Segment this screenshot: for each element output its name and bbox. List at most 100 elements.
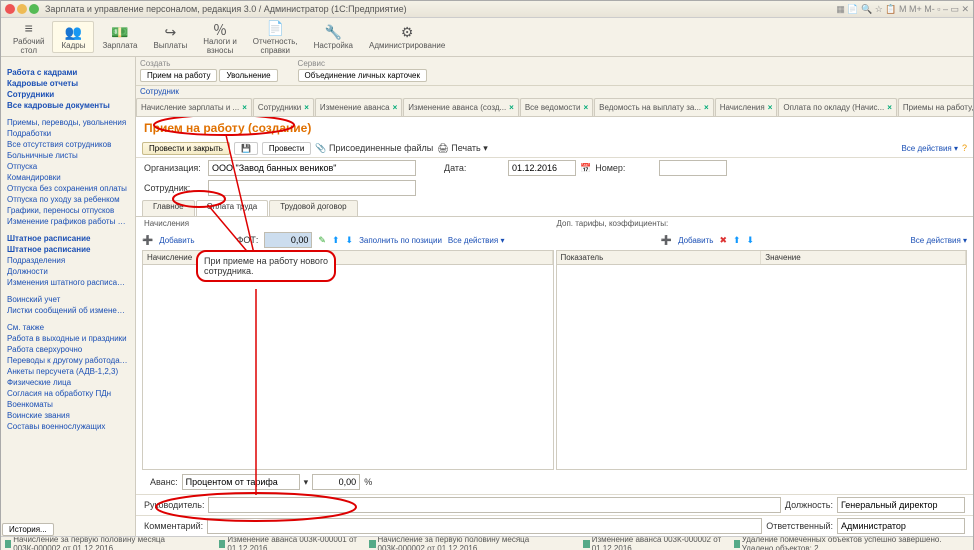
sidebar-item[interactable]: Отпуска <box>3 161 133 172</box>
advance-type-field[interactable] <box>182 474 300 490</box>
sidebar-item[interactable]: Штатное расписание <box>3 244 133 255</box>
up-icon2[interactable]: ⬆ <box>733 235 741 246</box>
coefs-grid[interactable]: Показатель Значение <box>556 250 968 470</box>
close-tab-icon[interactable]: × <box>704 103 709 112</box>
calendar-icon[interactable]: 📅 <box>580 163 591 174</box>
post-close-btn[interactable]: Провести и закрыть <box>142 142 230 155</box>
doc-tab[interactable]: Начисление зарплаты и ...× <box>136 98 252 116</box>
toolbar-1[interactable]: 👥Кадры <box>52 21 94 53</box>
responsible-field[interactable] <box>837 518 965 534</box>
tab-payment[interactable]: Оплата труда <box>196 200 269 216</box>
toolbar-4[interactable]: ％Налоги и взносы <box>195 18 245 57</box>
date-field[interactable] <box>508 160 576 176</box>
sidebar-item[interactable]: Физические лица <box>3 377 133 388</box>
doc-tab[interactable]: Ведомость на выплату за...× <box>594 98 714 116</box>
service-merge-btn[interactable]: Объединение личных карточек <box>298 69 427 82</box>
up-icon[interactable]: ⬆ <box>332 235 340 246</box>
sidebar-item[interactable]: Подработки <box>3 128 133 139</box>
charges-grid[interactable]: Начисление <box>142 250 554 470</box>
doc-tab[interactable]: Изменение аванса (созд...× <box>403 98 519 116</box>
toolbar-2[interactable]: 💵Зарплата <box>94 22 145 52</box>
org-field[interactable] <box>208 160 416 176</box>
left-all-actions[interactable]: Все действия ▾ <box>448 236 505 245</box>
down-icon[interactable]: ⬇ <box>346 235 354 246</box>
close-tab-icon[interactable]: × <box>304 103 309 112</box>
dropdown-icon[interactable]: ▾ <box>304 477 309 488</box>
sidebar-item[interactable]: Все отсутствия сотрудников <box>3 139 133 150</box>
sidebar-item[interactable]: Графики, переносы отпусков <box>3 205 133 216</box>
max-window-btn[interactable] <box>29 4 39 14</box>
close-tab-icon[interactable]: × <box>887 103 892 112</box>
sidebar-item[interactable]: Отпуска без сохранения оплаты <box>3 183 133 194</box>
sidebar-item[interactable]: Сотрудники <box>3 89 133 100</box>
history-btn[interactable]: История... <box>2 523 54 536</box>
sidebar-item[interactable]: Штатное расписание <box>3 233 133 244</box>
tab-contract[interactable]: Трудовой договор <box>269 200 357 216</box>
create-hire-btn[interactable]: Прием на работу <box>140 69 217 82</box>
sidebar-item[interactable]: Изменения штатного расписания <box>3 277 133 288</box>
sidebar-item[interactable]: Работа в выходные и праздники <box>3 333 133 344</box>
sidebar-item[interactable]: Листки сообщений об изменениях <box>3 305 133 316</box>
create-fire-btn[interactable]: Увольнение <box>219 69 277 82</box>
sidebar-item[interactable]: См. также <box>3 322 133 333</box>
toolbar-0[interactable]: ≡Рабочий стол <box>5 18 52 57</box>
min-window-btn[interactable] <box>17 4 27 14</box>
sidebar-item[interactable]: Должности <box>3 266 133 277</box>
toolbar-7[interactable]: ⚙Администрирование <box>361 22 453 52</box>
close-tab-icon[interactable]: × <box>768 103 773 112</box>
sidebar-item[interactable]: Кадровые отчеты <box>3 78 133 89</box>
print-menu[interactable]: 🖨 Печать ▾ <box>437 143 487 154</box>
save-btn[interactable]: 💾 <box>234 142 258 155</box>
sidebar-item[interactable]: Больничные листы <box>3 150 133 161</box>
files-link[interactable]: 📎 Присоединенные файлы <box>315 143 433 154</box>
sidebar-item[interactable]: Воинские звания <box>3 410 133 421</box>
toolbar-6[interactable]: 🔧Настройка <box>306 22 361 52</box>
create-employee-link[interactable]: Сотрудник <box>140 87 179 96</box>
fot-field[interactable] <box>264 232 312 248</box>
sidebar-item[interactable]: Работа сверхурочно <box>3 344 133 355</box>
doc-tab[interactable]: Все ведомости× <box>520 98 593 116</box>
sidebar-item[interactable]: Все кадровые документы <box>3 100 133 111</box>
doc-tab[interactable]: Оплата по окладу (Начис...× <box>778 98 896 116</box>
fill-by-position-link[interactable]: Заполнить по позиции <box>359 236 442 245</box>
post-btn[interactable]: Провести <box>262 142 311 155</box>
toolbar-5[interactable]: 📄Отчетность, справки <box>245 18 306 57</box>
help-icon[interactable]: ? <box>962 143 967 153</box>
down-icon2[interactable]: ⬇ <box>747 235 755 246</box>
close-window-btn[interactable] <box>5 4 15 14</box>
right-all-actions[interactable]: Все действия ▾ <box>910 236 967 245</box>
position-field[interactable] <box>837 497 965 513</box>
del-icon[interactable]: ✖ <box>719 235 727 246</box>
manager-field[interactable] <box>208 497 780 513</box>
sidebar-item[interactable]: Воинский учет <box>3 294 133 305</box>
edit-icon[interactable]: ✎ <box>318 235 326 246</box>
all-actions-menu[interactable]: Все действия ▾ <box>901 144 958 153</box>
number-field[interactable] <box>659 160 727 176</box>
close-tab-icon[interactable]: × <box>393 103 398 112</box>
sidebar-item[interactable]: Изменение графиков работы списком <box>3 216 133 227</box>
sidebar-item[interactable]: Командировки <box>3 172 133 183</box>
close-tab-icon[interactable]: × <box>242 103 247 112</box>
sidebar-item[interactable]: Согласия на обработку ПДн <box>3 388 133 399</box>
sidebar-item[interactable]: Составы военнослужащих <box>3 421 133 432</box>
sidebar-item[interactable]: Приемы, переводы, увольнения <box>3 117 133 128</box>
comment-field[interactable] <box>207 518 762 534</box>
sidebar-item[interactable]: Переводы к другому работодателю <box>3 355 133 366</box>
add-coef-link[interactable]: Добавить <box>678 236 713 245</box>
doc-tab[interactable]: Приемы на работу, пере...× <box>898 98 973 116</box>
toolbar-3[interactable]: ↪Выплаты <box>146 22 196 52</box>
doc-tab[interactable]: Изменение аванса× <box>315 98 402 116</box>
close-tab-icon[interactable]: × <box>583 103 588 112</box>
sidebar-item[interactable]: Отпуска по уходу за ребенком <box>3 194 133 205</box>
sidebar-item[interactable]: Военкоматы <box>3 399 133 410</box>
tab-main[interactable]: Главное <box>142 200 195 216</box>
doc-tab[interactable]: Начисления× <box>715 98 778 116</box>
advance-value-field[interactable] <box>312 474 360 490</box>
sidebar-item[interactable]: Анкеты персучета (АДВ-1,2,3) <box>3 366 133 377</box>
add-charge-link[interactable]: Добавить <box>159 236 194 245</box>
close-tab-icon[interactable]: × <box>509 103 514 112</box>
sidebar-item[interactable]: Работа с кадрами <box>3 67 133 78</box>
sidebar-item[interactable]: Подразделения <box>3 255 133 266</box>
emp-field[interactable] <box>208 180 416 196</box>
doc-tab[interactable]: Сотрудники× <box>253 98 314 116</box>
